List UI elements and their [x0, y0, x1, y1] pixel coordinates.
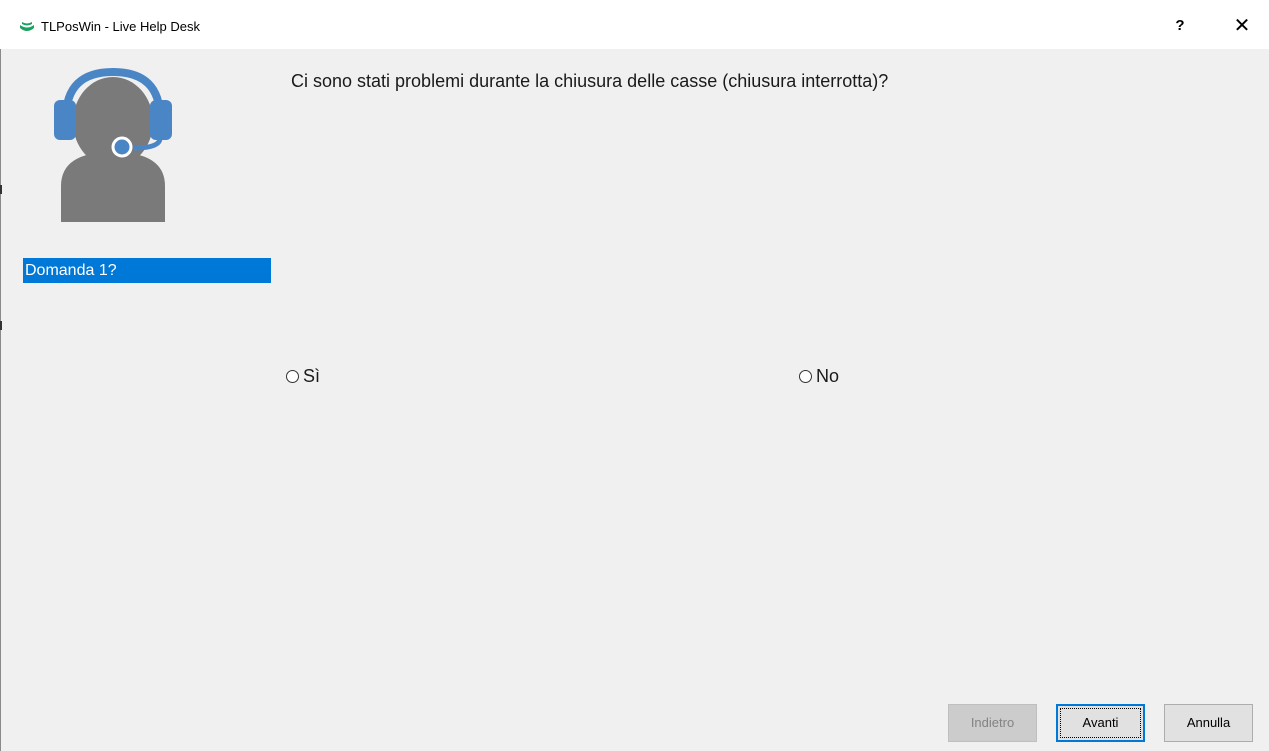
help-desk-window: TLPosWin - Live Help Desk ? ✕ Domanda 1?…	[0, 0, 1269, 751]
radio-option-si[interactable]: Sì	[286, 366, 320, 387]
close-button[interactable]: ✕	[1222, 8, 1262, 44]
border-tick	[0, 321, 2, 330]
cancel-button[interactable]: Annulla	[1164, 704, 1253, 742]
window-title: TLPosWin - Live Help Desk	[41, 19, 200, 34]
help-button[interactable]: ?	[1160, 8, 1200, 44]
radio-label-no: No	[816, 366, 840, 386]
radio-circle-icon[interactable]	[286, 370, 299, 383]
title-bar: TLPosWin - Live Help Desk ? ✕	[0, 0, 1269, 49]
next-button[interactable]: Avanti	[1056, 704, 1145, 742]
question-text: Ci sono stati problemi durante la chiusu…	[291, 71, 889, 91]
border-tick	[0, 185, 2, 194]
radio-option-no[interactable]: No	[799, 366, 839, 387]
window-left-border	[0, 49, 1, 751]
step-item-domanda-1[interactable]: Domanda 1?	[23, 258, 271, 283]
focus-rectangle	[1060, 708, 1141, 738]
support-agent-headset-icon	[54, 67, 172, 222]
app-logo-icon	[20, 22, 34, 31]
radio-label-si: Sì	[303, 366, 321, 386]
back-button[interactable]: Indietro	[948, 704, 1037, 742]
radio-circle-icon[interactable]	[799, 370, 812, 383]
